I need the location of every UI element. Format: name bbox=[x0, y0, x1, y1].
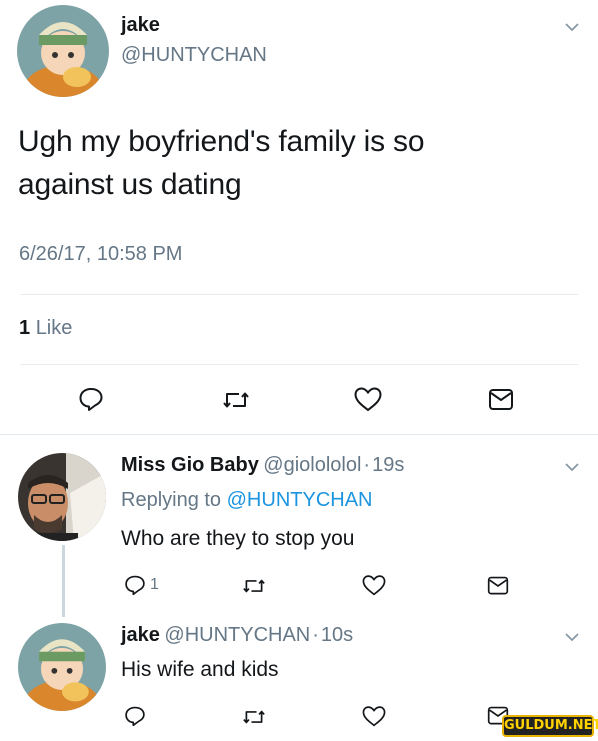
heart-icon[interactable] bbox=[353, 386, 383, 412]
reply-icon[interactable] bbox=[124, 705, 146, 727]
reply-author-name[interactable]: jake bbox=[121, 624, 160, 646]
reply-time[interactable]: 10s bbox=[321, 624, 353, 646]
retweet-icon[interactable] bbox=[241, 575, 267, 597]
tweet-timestamp[interactable]: 6/26/17, 10:58 PM bbox=[19, 243, 182, 266]
avatar[interactable] bbox=[18, 623, 106, 711]
chevron-down-icon[interactable] bbox=[563, 458, 581, 476]
tweet-text-line: Ugh my boyfriend's family is so bbox=[18, 125, 425, 158]
reply-text: His wife and kids bbox=[121, 658, 279, 681]
likes-summary[interactable]: 1 Like bbox=[19, 317, 72, 340]
divider bbox=[20, 294, 578, 295]
reply-header: jake @HUNTYCHAN · 10s bbox=[121, 624, 353, 647]
replying-to-prefix: Replying to bbox=[121, 489, 222, 511]
retweet-icon[interactable] bbox=[241, 706, 267, 728]
avatar[interactable] bbox=[17, 5, 109, 97]
watermark-logo: GULDUM.NET bbox=[502, 715, 598, 737]
heart-icon[interactable] bbox=[361, 574, 387, 596]
avatar[interactable] bbox=[18, 453, 106, 541]
reply-header: Miss Gio Baby @giolololol · 19s bbox=[121, 454, 404, 477]
likes-count: 1 bbox=[19, 317, 31, 339]
meta-separator: · bbox=[363, 454, 371, 476]
envelope-icon[interactable] bbox=[488, 387, 514, 413]
tweet-text-line: against us dating bbox=[18, 168, 242, 201]
replying-to: Replying to @HUNTYCHAN bbox=[121, 489, 372, 512]
reply-icon[interactable] bbox=[124, 574, 146, 596]
meta-separator: · bbox=[312, 624, 319, 646]
reply-icon[interactable] bbox=[78, 386, 104, 412]
divider bbox=[20, 364, 578, 365]
replying-to-handle[interactable]: @HUNTYCHAN bbox=[227, 489, 373, 511]
thread-connector-line bbox=[62, 545, 65, 617]
retweet-icon[interactable] bbox=[221, 387, 251, 413]
reply-count: 1 bbox=[150, 576, 159, 593]
reply-author-handle[interactable]: @giolololol bbox=[263, 454, 361, 476]
reply-text: Who are they to stop you bbox=[121, 527, 355, 550]
tweet-text: Ugh my boyfriend's family is so against … bbox=[18, 120, 578, 206]
reply-author-handle[interactable]: @HUNTYCHAN bbox=[164, 624, 310, 646]
envelope-icon[interactable] bbox=[487, 575, 509, 597]
author-handle[interactable]: @HUNTYCHAN bbox=[121, 44, 267, 67]
reply-time[interactable]: 19s bbox=[372, 454, 404, 476]
reply-author-name[interactable]: Miss Gio Baby bbox=[121, 454, 259, 476]
author-name[interactable]: jake bbox=[121, 14, 160, 37]
heart-icon[interactable] bbox=[361, 705, 387, 727]
likes-label: Like bbox=[35, 317, 73, 339]
section-divider bbox=[0, 434, 598, 435]
chevron-down-icon[interactable] bbox=[563, 18, 581, 36]
chevron-down-icon[interactable] bbox=[563, 628, 581, 646]
